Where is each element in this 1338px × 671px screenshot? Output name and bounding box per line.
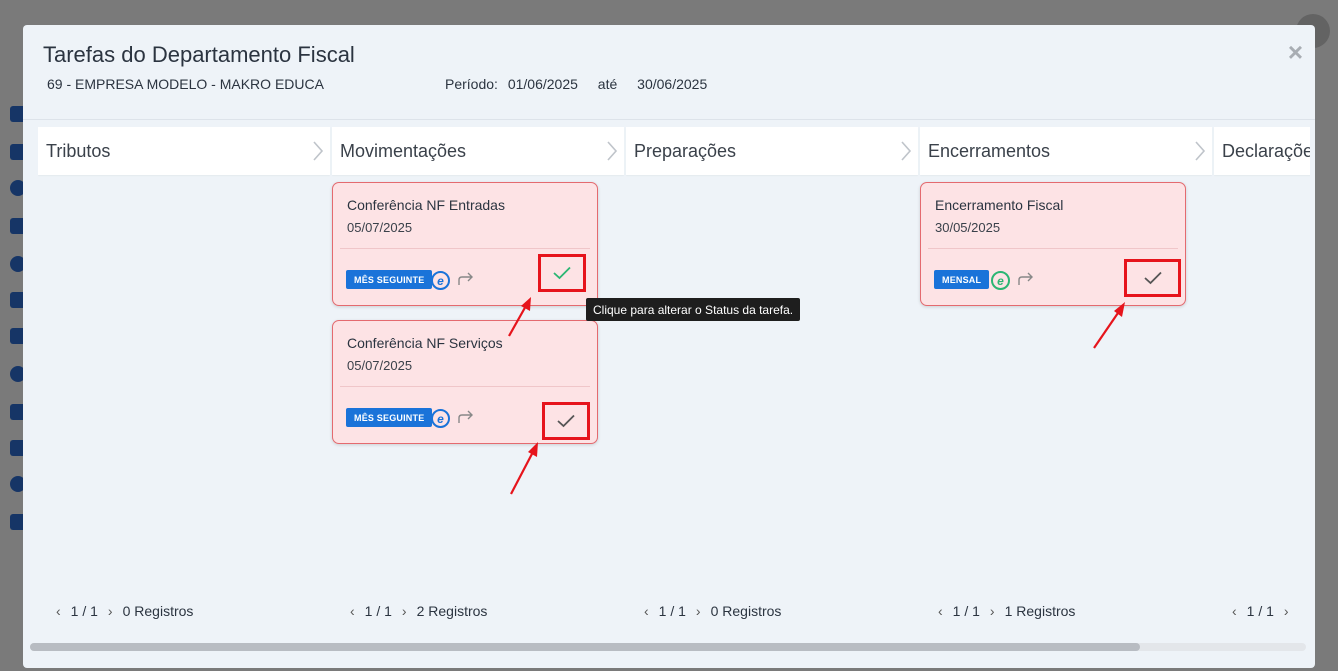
task-title: Encerramento Fiscal	[935, 197, 1064, 213]
page-indicator: 1 / 1	[1246, 603, 1274, 619]
column-preparacoes: Preparações ‹ 1 / 1 › 0 Registros	[626, 127, 918, 637]
column-pagination: ‹ 1 / 1 › 1 Registros	[920, 599, 1212, 623]
frequency-badge: MENSAL	[934, 270, 990, 289]
company-name: 69 - EMPRESA MODELO - MAKRO EDUCA	[47, 76, 324, 92]
page-indicator: 1 / 1	[70, 603, 98, 619]
page-indicator: 1 / 1	[658, 603, 686, 619]
chevron-left-icon[interactable]: ‹	[1232, 603, 1237, 619]
records-count: 0 Registros	[122, 603, 194, 619]
column-header[interactable]: Movimentações	[332, 127, 624, 175]
task-title: Conferência NF Entradas	[347, 197, 505, 213]
kanban-board: Tributos ‹ 1 / 1 › 0 Registros Movimenta…	[38, 127, 1310, 637]
column-title: Declarações	[1222, 140, 1310, 161]
chevron-right-icon	[901, 141, 912, 161]
column-pagination: ‹ 1 / 1 › 0 Registros	[38, 599, 330, 623]
chevron-right-icon[interactable]: ›	[402, 603, 407, 619]
chevron-left-icon[interactable]: ‹	[938, 603, 943, 619]
column-title: Encerramentos	[928, 140, 1051, 161]
scrollbar-thumb[interactable]	[30, 643, 1140, 651]
column-header[interactable]: Tributos	[38, 127, 330, 175]
task-date: 30/05/2025	[935, 220, 1001, 235]
chevron-right-icon[interactable]: ›	[990, 603, 995, 619]
e-icon[interactable]: e	[431, 271, 450, 290]
column-header[interactable]: Declarações	[1214, 127, 1310, 175]
chevron-right-icon[interactable]: ›	[108, 603, 113, 619]
status-tooltip: Clique para alterar o Status da tarefa.	[586, 298, 801, 321]
forward-icon[interactable]	[457, 271, 475, 287]
task-card[interactable]: Conferência NF Entradas 05/07/2025 MÊS S…	[332, 182, 598, 306]
column-declaracoes: Declarações ‹ 1 / 1 ›	[1214, 127, 1310, 637]
chevron-left-icon[interactable]: ‹	[56, 603, 61, 619]
task-date: 05/07/2025	[347, 358, 413, 373]
column-pagination: ‹ 1 / 1 › 0 Registros	[626, 599, 918, 623]
modal-title: Tarefas do Departamento Fiscal	[43, 42, 355, 67]
period-info: Período: 01/06/2025 até 30/06/2025	[445, 76, 713, 92]
divider	[340, 386, 590, 387]
status-check-button[interactable]	[538, 254, 586, 292]
task-date: 05/07/2025	[347, 220, 413, 235]
close-icon[interactable]: ×	[1288, 39, 1303, 65]
column-header[interactable]: Preparações	[626, 127, 918, 175]
column-title: Tributos	[46, 140, 111, 161]
page-indicator: 1 / 1	[364, 603, 392, 619]
frequency-badge: MÊS SEGUINTE	[346, 270, 433, 289]
horizontal-scrollbar[interactable]	[30, 643, 1306, 651]
column-tributos: Tributos ‹ 1 / 1 › 0 Registros	[38, 127, 330, 637]
column-header[interactable]: Encerramentos	[920, 127, 1212, 175]
column-title: Movimentações	[340, 140, 467, 161]
modal-header: Tarefas do Departamento Fiscal 69 - EMPR…	[23, 25, 1315, 120]
chevron-right-icon	[1195, 141, 1206, 161]
check-icon	[553, 266, 571, 280]
period-start: 01/06/2025	[507, 76, 578, 92]
period-end: 30/06/2025	[637, 76, 708, 92]
column-encerramentos: Encerramentos Encerramento Fiscal 30/05/…	[920, 127, 1212, 637]
chevron-right-icon	[313, 141, 324, 161]
check-icon	[557, 414, 575, 428]
status-check-button[interactable]	[542, 402, 590, 440]
tasks-modal: Tarefas do Departamento Fiscal 69 - EMPR…	[23, 25, 1315, 668]
column-pagination: ‹ 1 / 1 › 2 Registros	[332, 599, 624, 623]
period-label: Período:	[445, 76, 498, 92]
records-count: 0 Registros	[710, 603, 782, 619]
frequency-badge: MÊS SEGUINTE	[346, 408, 433, 427]
page-indicator: 1 / 1	[952, 603, 980, 619]
task-card[interactable]: Encerramento Fiscal 30/05/2025 MENSAL e	[920, 182, 1186, 306]
forward-icon[interactable]	[457, 409, 475, 425]
records-count: 2 Registros	[416, 603, 488, 619]
check-icon	[1143, 271, 1162, 285]
e-icon[interactable]: e	[431, 409, 450, 428]
status-check-button[interactable]	[1124, 259, 1181, 297]
chevron-right-icon[interactable]: ›	[1284, 603, 1289, 619]
records-count: 1 Registros	[1004, 603, 1076, 619]
chevron-right-icon	[607, 141, 618, 161]
forward-icon[interactable]	[1017, 271, 1035, 287]
divider	[340, 248, 590, 249]
column-movimentacoes: Movimentações Conferência NF Entradas 05…	[332, 127, 624, 637]
period-separator: até	[597, 76, 618, 92]
task-title: Conferência NF Serviços	[347, 335, 503, 351]
divider	[928, 248, 1178, 249]
chevron-left-icon[interactable]: ‹	[644, 603, 649, 619]
chevron-left-icon[interactable]: ‹	[350, 603, 355, 619]
task-card[interactable]: Conferência NF Serviços 05/07/2025 MÊS S…	[332, 320, 598, 444]
column-pagination: ‹ 1 / 1 ›	[1214, 599, 1310, 623]
chevron-right-icon[interactable]: ›	[696, 603, 701, 619]
column-title: Preparações	[634, 140, 737, 161]
e-icon[interactable]: e	[991, 271, 1010, 290]
